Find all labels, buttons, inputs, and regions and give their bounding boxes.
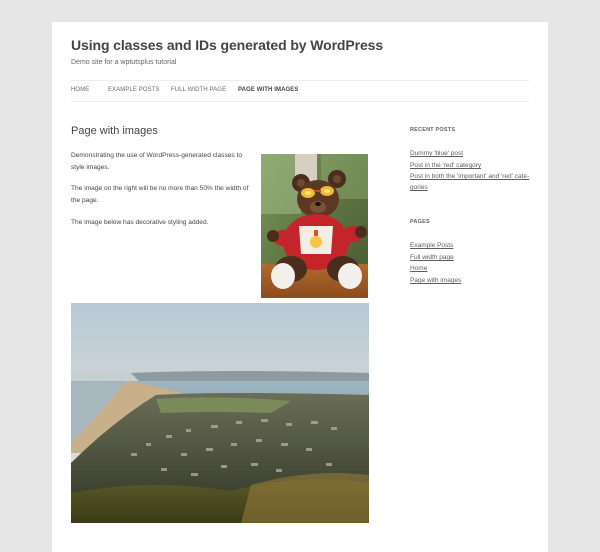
- entry-paragraph-1: Demonstrating the use of WordPress-gener…: [71, 152, 243, 171]
- page-link-example-posts[interactable]: Example Posts: [410, 240, 453, 252]
- nav-item-full-width-page[interactable]: FULL WIDTH PAGE: [171, 87, 226, 93]
- main-navigation: HOME EXAMPLE POSTS FULL WIDTH PAGE PAGE …: [71, 80, 529, 102]
- page-link-home[interactable]: Home: [410, 263, 427, 275]
- entry-paragraph-3: The image below has decorative styling a…: [71, 219, 209, 226]
- teddy-bear-image: [261, 154, 368, 298]
- landscape-image: [71, 303, 369, 523]
- entry-title: Page with images: [71, 125, 158, 137]
- recent-post-link[interactable]: Dummy 'blue' post: [410, 148, 463, 160]
- site-title[interactable]: Using classes and IDs generated by WordP…: [71, 37, 383, 53]
- nav-item-page-with-images[interactable]: PAGE WITH IMAGES: [238, 87, 299, 93]
- entry-paragraph-2: The image on the right will be no more t…: [71, 185, 249, 204]
- recent-post-link[interactable]: Post in both the 'important' and 'red' c…: [410, 171, 529, 183]
- page-container: Using classes and IDs generated by WordP…: [52, 22, 548, 552]
- recent-post-link-continuation[interactable]: gories: [410, 182, 428, 194]
- recent-post-link[interactable]: Post in the 'red' category: [410, 160, 481, 172]
- nav-item-example-posts[interactable]: EXAMPLE POSTS: [108, 87, 160, 93]
- site-description: Demo site for a wptutsplus tutorial: [71, 59, 177, 66]
- page-link-page-with-images[interactable]: Page with images: [410, 275, 461, 287]
- nav-item-home[interactable]: HOME: [71, 87, 89, 93]
- page-link-full-width[interactable]: Full width page: [410, 252, 454, 264]
- widget-title-pages: PAGES: [410, 219, 430, 225]
- widget-title-recent-posts: RECENT POSTS: [410, 127, 456, 133]
